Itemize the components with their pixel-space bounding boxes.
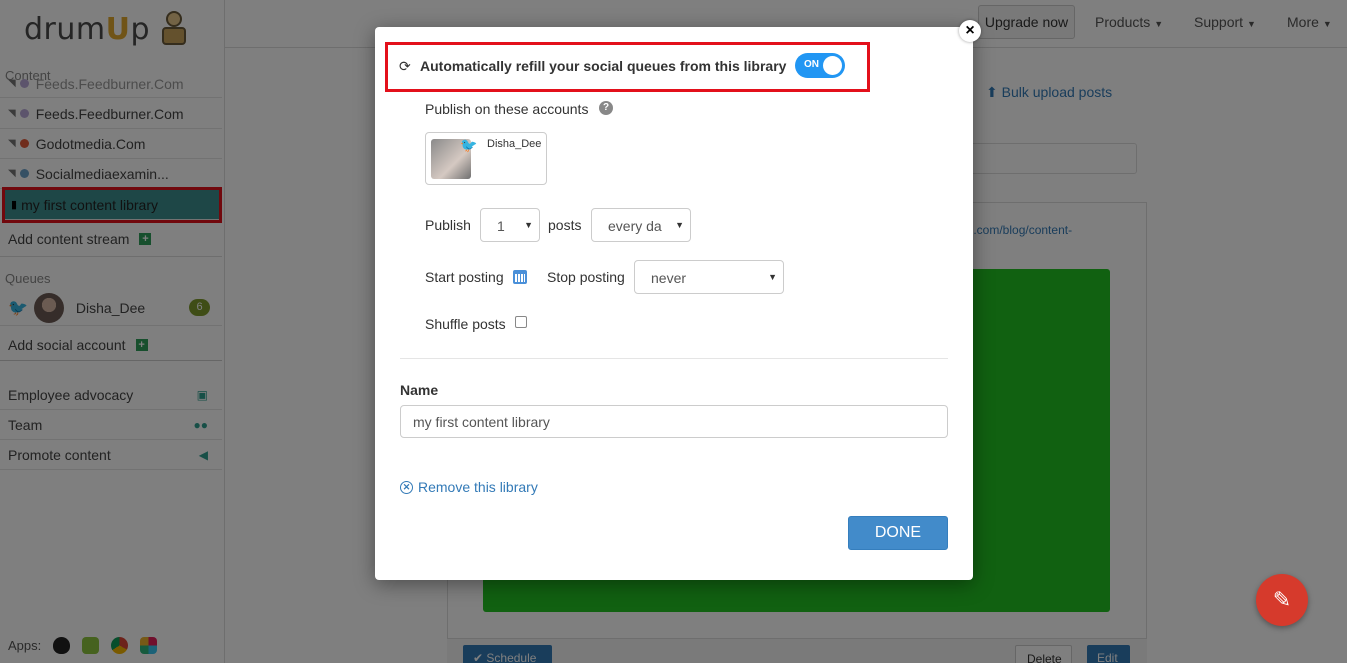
help-icon[interactable]: ? [599,101,613,115]
remove-library-link[interactable]: ✕ Remove this library [400,479,538,495]
start-posting-label: Start posting [425,269,504,285]
posts-label: posts [548,217,582,233]
stop-posting-select[interactable]: never ▼ [634,260,784,294]
dropdown-arrow-icon: ▼ [524,220,533,230]
account-name: Disha_Dee [487,138,542,150]
close-icon[interactable]: × [959,20,981,42]
library-name-input[interactable]: my first content library [400,405,948,438]
done-button[interactable]: DONE [848,516,948,550]
publish-label: Publish [425,217,471,233]
publish-accounts-label: Publish on these accounts [425,101,589,117]
select-value: every da [608,218,662,234]
toggle-knob [823,56,842,75]
stop-posting-label: Stop posting [547,269,625,285]
shuffle-posts-label: Shuffle posts [425,316,506,332]
library-settings-modal: ⟳ Automatically refill your social queue… [375,27,973,580]
compose-fab-button[interactable]: ✎ [1256,574,1308,626]
dropdown-arrow-icon: ▼ [768,272,777,282]
remove-library-label: Remove this library [418,479,538,495]
select-value: never [651,270,687,286]
account-card[interactable]: 🐦 Disha_Dee [425,132,547,185]
name-label: Name [400,382,439,398]
publish-count-select[interactable]: 1 ▼ [480,208,540,242]
remove-circle-icon: ✕ [400,480,413,494]
divider [400,358,948,359]
calendar-icon[interactable] [513,270,527,284]
pencil-icon: ✎ [1272,587,1292,612]
auto-refill-toggle[interactable]: ON [795,53,845,78]
twitter-icon: 🐦 [460,137,478,153]
frequency-select[interactable]: every da ▼ [591,208,691,242]
refill-label: Automatically refill your social queues … [420,58,787,74]
refresh-icon: ⟳ [399,58,411,74]
select-value: 1 [497,218,505,234]
dropdown-arrow-icon: ▼ [675,220,684,230]
shuffle-posts-checkbox[interactable] [515,316,527,328]
toggle-label: ON [804,59,819,70]
